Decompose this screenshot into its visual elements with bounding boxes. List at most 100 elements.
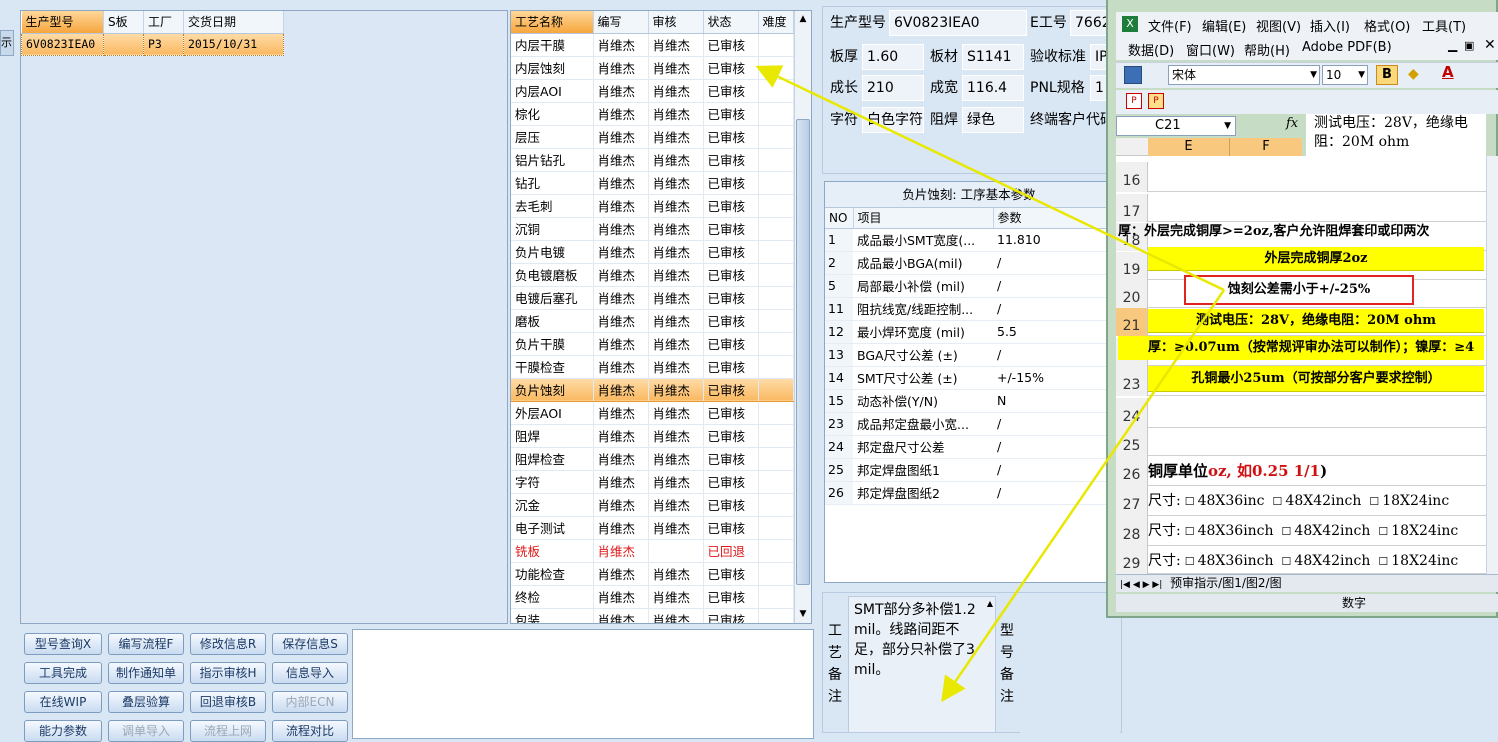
row19-cell[interactable]: 外层完成铜厚2oz (1148, 247, 1484, 271)
row-number[interactable]: 20 (1116, 280, 1148, 308)
process-row[interactable]: 去毛刺 肖维杰 肖维杰 已审核 (511, 194, 794, 218)
process-row[interactable]: 内层干膜 肖维杰 肖维杰 已审核 (511, 33, 794, 57)
size-checkbox-icon[interactable]: ☐ (1273, 495, 1283, 508)
process-row[interactable]: 铝片钻孔 肖维杰 肖维杰 已审核 (511, 148, 794, 172)
process-row[interactable]: 字符 肖维杰 肖维杰 已审核 (511, 470, 794, 494)
params-row[interactable]: 15 动态补偿(Y/N) N (825, 389, 1113, 413)
row-number[interactable]: 19 (1116, 252, 1148, 280)
process-col-header[interactable]: 难度 (758, 11, 794, 34)
column-e-header[interactable]: E (1148, 138, 1230, 156)
process-note-box[interactable]: SMT部分多补偿1.2mil。线路间距不足，部分只补偿了3mil。 ▲ (848, 596, 996, 733)
row22-text[interactable]: 厚：≥0.07um（按常规评审办法可以制作）；镍厚：≥4 (1118, 336, 1484, 360)
params-row[interactable]: 12 最小焊环宽度 (mil) 5.5 (825, 320, 1113, 344)
excel-minimize-icon[interactable]: ▁ (1448, 38, 1457, 52)
params-row[interactable]: 1 成品最小SMT宽度(... 11.810 (825, 228, 1113, 252)
font-color-icon[interactable]: A (1442, 63, 1454, 81)
row21-cell[interactable]: 测试电压：28V，绝缘电阻：20M ohm (1148, 309, 1484, 333)
process-row[interactable]: 电子测试 肖维杰 肖维杰 已审核 (511, 516, 794, 540)
action-button[interactable]: 修改信息R (190, 633, 266, 655)
process-row[interactable]: 层压 肖维杰 肖维杰 已审核 (511, 125, 794, 149)
excel-menu-item[interactable]: 窗口(W) (1186, 40, 1235, 59)
process-col-header[interactable]: 状态 (703, 11, 759, 34)
process-row[interactable]: 干膜检查 肖维杰 肖维杰 已审核 (511, 355, 794, 379)
action-button[interactable]: 保存信息S (272, 633, 348, 655)
excel-restore-icon[interactable]: ▣ (1464, 39, 1474, 52)
process-col-header[interactable]: 审核 (648, 11, 704, 34)
action-button[interactable]: 信息导入 (272, 662, 348, 684)
excel-menu-item[interactable]: 编辑(E) (1202, 16, 1246, 35)
order-row[interactable]: 6V0823IEA0 P3 2015/10/31 (21, 32, 284, 56)
process-row[interactable]: 包装 肖维杰 肖维杰 已审核 (511, 608, 794, 623)
size-checkbox-icon[interactable]: ☐ (1185, 495, 1195, 508)
message-box[interactable] (352, 629, 814, 739)
process-row[interactable]: 电镀后塞孔 肖维杰 肖维杰 已审核 (511, 286, 794, 310)
order-col-header[interactable]: 交货日期 (183, 11, 284, 34)
size-checkbox-icon[interactable]: ☐ (1185, 525, 1195, 538)
excel-menu-item[interactable]: 文件(F) (1148, 16, 1192, 35)
action-button[interactable]: 制作通知单 (108, 662, 184, 684)
params-row[interactable]: 24 邦定盘尺寸公差 / (825, 435, 1113, 459)
params-row[interactable]: 5 局部最小补偿 (mil) / (825, 274, 1113, 298)
fill-color-icon[interactable]: ◆ (1408, 66, 1419, 82)
process-row[interactable]: 负片蚀刻 肖维杰 肖维杰 已审核 (511, 377, 794, 402)
sheet-vscroll[interactable] (1486, 156, 1498, 574)
process-row[interactable]: 沉金 肖维杰 肖维杰 已审核 (511, 493, 794, 517)
size-dropdown-icon[interactable]: ▼ (1358, 66, 1365, 84)
process-row[interactable]: 外层AOI 肖维杰 肖维杰 已审核 (511, 401, 794, 425)
model-note-box[interactable] (1020, 596, 1120, 733)
process-row[interactable]: 功能检查 肖维杰 肖维杰 已审核 (511, 562, 794, 586)
process-row[interactable]: 内层蚀刻 肖维杰 肖维杰 已审核 (511, 56, 794, 80)
process-row[interactable]: 阻焊 肖维杰 肖维杰 已审核 (511, 424, 794, 448)
excel-menu-item[interactable]: 数据(D) (1128, 40, 1174, 59)
column-f-header[interactable]: F (1230, 138, 1302, 156)
action-button[interactable]: 内部ECN (272, 691, 348, 713)
left-edge-tab[interactable]: 示 (0, 30, 14, 56)
process-row[interactable]: 负片干膜 肖维杰 肖维杰 已审核 (511, 332, 794, 356)
params-row[interactable]: 11 阻抗线宽/线距控制... / (825, 297, 1113, 321)
size-row[interactable]: 尺寸: ☐ 48X36inch ☐ 48X42inch ☐ 18X24inc (1118, 520, 1484, 540)
row-number[interactable]: 21 (1116, 308, 1148, 336)
process-col-header[interactable]: 工艺名称 (511, 11, 594, 34)
action-button[interactable]: 在线WIP (24, 691, 102, 713)
note-scroll-up-icon[interactable]: ▲ (987, 599, 993, 608)
process-col-header[interactable]: 编写 (593, 11, 649, 34)
scroll-up-arrow-icon[interactable]: ▲ (795, 11, 811, 28)
namebox-dropdown-icon[interactable]: ▼ (1224, 117, 1231, 135)
action-button[interactable]: 叠层验算 (108, 691, 184, 713)
order-col-header[interactable]: 生产型号 (21, 11, 104, 34)
excel-menu-item[interactable]: Adobe PDF(B) (1302, 40, 1392, 55)
action-button[interactable]: 回退审核B (190, 691, 266, 713)
action-button[interactable]: 指示审核H (190, 662, 266, 684)
size-row[interactable]: 尺寸: ☐ 48X36inch ☐ 48X42inch ☐ 18X24inc (1118, 550, 1484, 570)
action-button[interactable]: 流程上网 (190, 720, 266, 742)
pdf-icon[interactable]: P (1126, 93, 1142, 109)
row-number[interactable]: 25 (1116, 428, 1148, 456)
process-row[interactable]: 负电镀磨板 肖维杰 肖维杰 已审核 (511, 263, 794, 287)
excel-menu-item[interactable]: 格式(O) (1364, 16, 1410, 35)
process-scrollbar[interactable]: ▲ ▼ (794, 11, 811, 623)
excel-menu-item[interactable]: 帮助(H) (1244, 40, 1290, 59)
row-number[interactable]: 17 (1116, 194, 1148, 222)
params-col-header[interactable]: 项目 (853, 208, 994, 229)
e-field[interactable]: 7662 (1070, 10, 1110, 36)
formula-bar[interactable]: 测试电压：28V，绝缘电阻：20M ohm (1306, 114, 1486, 156)
order-col-header[interactable]: 工厂 (143, 11, 184, 34)
excel-close-icon[interactable]: ✕ (1484, 37, 1496, 53)
sheet-tabs[interactable]: 预审指示/图1/图2/图 (1170, 576, 1281, 590)
action-button[interactable]: 能力参数 (24, 720, 102, 742)
mask-field[interactable]: 绿色 (962, 107, 1024, 133)
size-checkbox-icon[interactable]: ☐ (1282, 525, 1292, 538)
scroll-thumb[interactable] (796, 119, 810, 585)
params-col-header[interactable]: NO (825, 208, 854, 229)
params-row[interactable]: 26 邦定焊盘图纸2/ (825, 481, 1113, 505)
params-row[interactable]: 2 成品最小BGA(mil) / (825, 251, 1113, 275)
action-button[interactable]: 调单导入 (108, 720, 184, 742)
pdf-convert-icon[interactable]: P (1148, 93, 1164, 109)
row-number[interactable]: 24 (1116, 398, 1148, 428)
row26-text[interactable]: 铜厚单位oz, 如0.25 1/1) (1118, 460, 1327, 481)
tab-nav-icon[interactable]: |◀ ◀ ▶ ▶| (1116, 580, 1162, 590)
size-checkbox-icon[interactable]: ☐ (1282, 555, 1292, 568)
size-checkbox-icon[interactable]: ☐ (1369, 495, 1379, 508)
size-checkbox-icon[interactable]: ☐ (1378, 555, 1388, 568)
params-row[interactable]: 13 BGA尺寸公差 (±) / (825, 343, 1113, 367)
